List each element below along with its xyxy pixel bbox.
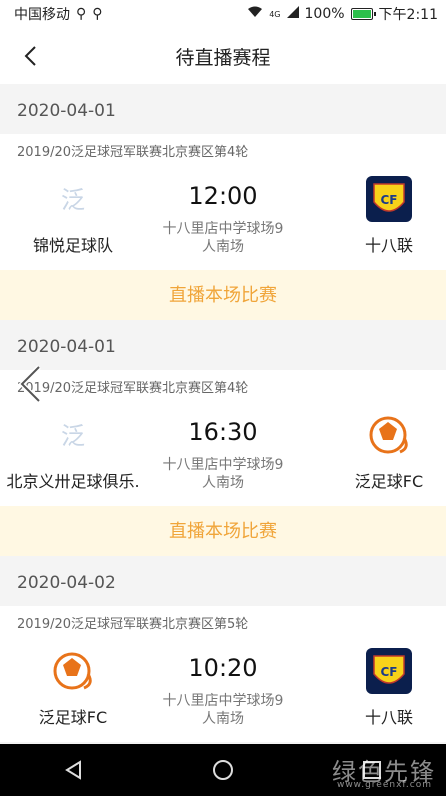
triangle-back-icon bbox=[65, 760, 82, 780]
signal-type-label: 4G bbox=[269, 9, 281, 19]
carrier-label: 中国移动 bbox=[14, 7, 70, 23]
league-label: 2019/20泛足球冠军联赛北京赛区第4轮 bbox=[17, 381, 249, 396]
svg-text:泛: 泛 bbox=[61, 186, 85, 214]
match-card[interactable]: 2019/20泛足球冠军联赛北京赛区第4轮 泛 北京义卅足球俱乐. 16:30 … bbox=[0, 370, 446, 506]
match-time: 12:00 bbox=[188, 182, 258, 210]
circle-home-icon bbox=[212, 760, 233, 780]
usb-icon: ⚲ bbox=[76, 6, 87, 22]
match-info: 12:00 十八里店中学球场9 人南场 bbox=[150, 168, 296, 256]
villarreal-crest-icon: CF bbox=[364, 174, 414, 224]
battery-percent: 100% bbox=[304, 6, 345, 22]
league-label: 2019/20泛足球冠军联赛北京赛区第4轮 bbox=[17, 145, 249, 160]
venue-line-1: 十八里店中学球场9 bbox=[162, 693, 284, 709]
away-team-name: 十八联 bbox=[364, 708, 413, 727]
team-logo-placeholder-icon: 泛 bbox=[48, 174, 98, 224]
venue-line-2: 人南场 bbox=[202, 711, 244, 727]
home-team-name: 泛足球FC bbox=[38, 708, 108, 727]
venue-line-1: 十八里店中学球场9 bbox=[162, 457, 284, 473]
nav-home-button[interactable] bbox=[193, 744, 253, 796]
wifi-icon bbox=[247, 6, 263, 22]
usb-debug-icon: ⚲ bbox=[92, 6, 103, 22]
away-team-name: 泛足球FC bbox=[354, 472, 424, 491]
header: 待直播赛程 bbox=[0, 28, 446, 84]
away-team[interactable]: 泛足球FC bbox=[319, 404, 446, 506]
match-row[interactable]: 泛 锦悦足球队 12:00 十八里店中学球场9 人南场 CF 十八联 bbox=[0, 168, 446, 270]
match-info: 10:20 十八里店中学球场9 人南场 bbox=[150, 640, 296, 728]
status-bar: 中国移动 ⚲ ⚲ 4G 100% 下午2:11 bbox=[0, 0, 446, 28]
home-team[interactable]: 泛 北京义卅足球俱乐. bbox=[3, 404, 143, 506]
villarreal-crest-icon: CF bbox=[364, 646, 414, 696]
venue-line-2: 人南场 bbox=[202, 475, 244, 491]
page-title: 待直播赛程 bbox=[175, 46, 271, 69]
match-row[interactable]: 泛足球FC 10:20 十八里店中学球场9 人南场 CF 十八联 bbox=[0, 640, 446, 742]
battery-icon bbox=[350, 8, 376, 20]
home-team-name: 北京义卅足球俱乐. bbox=[6, 472, 140, 491]
venue-line-2: 人南场 bbox=[202, 239, 244, 255]
match-time: 16:30 bbox=[188, 418, 258, 446]
home-team-name: 锦悦足球队 bbox=[32, 236, 113, 255]
live-stream-button[interactable]: 直播本场比赛 bbox=[0, 506, 446, 556]
away-team[interactable]: CF 十八联 bbox=[319, 168, 446, 270]
nav-back-button[interactable] bbox=[44, 744, 104, 796]
match-info: 16:30 十八里店中学球场9 人南场 bbox=[150, 404, 296, 492]
date-header: 2020-04-01 bbox=[0, 84, 446, 134]
home-team[interactable]: 泛 锦悦足球队 bbox=[3, 168, 143, 270]
match-card[interactable]: 2019/20泛足球冠军联赛北京赛区第4轮 泛 锦悦足球队 12:00 十八里店… bbox=[0, 134, 446, 270]
match-list[interactable]: 2020-04-01 2019/20泛足球冠军联赛北京赛区第4轮 泛 锦悦足球队… bbox=[0, 84, 446, 742]
soccer-ball-logo-icon bbox=[48, 646, 98, 696]
away-team[interactable]: CF 十八联 bbox=[319, 640, 446, 742]
date-header: 2020-04-01 bbox=[0, 320, 446, 370]
chevron-left-icon bbox=[24, 46, 36, 66]
date-header: 2020-04-02 bbox=[0, 556, 446, 606]
home-team[interactable]: 泛足球FC bbox=[3, 640, 143, 742]
away-team-name: 十八联 bbox=[364, 236, 413, 255]
live-stream-button[interactable]: 直播本场比赛 bbox=[0, 270, 446, 320]
match-time: 10:20 bbox=[188, 654, 258, 682]
signal-icon bbox=[286, 6, 299, 22]
clock: 下午2:11 bbox=[378, 7, 438, 23]
league-label: 2019/20泛足球冠军联赛北京赛区第5轮 bbox=[17, 617, 249, 632]
venue-line-1: 十八里店中学球场9 bbox=[162, 221, 284, 237]
team-logo-placeholder-icon: 泛 bbox=[48, 410, 98, 460]
watermark-url: www.greenxf.com bbox=[336, 780, 432, 790]
svg-text:CF: CF bbox=[380, 665, 397, 679]
match-row[interactable]: 泛 北京义卅足球俱乐. 16:30 十八里店中学球场9 人南场 泛足球FC bbox=[0, 404, 446, 506]
edge-swipe-back-icon[interactable] bbox=[12, 362, 48, 406]
soccer-ball-logo-icon bbox=[364, 410, 414, 460]
back-button[interactable] bbox=[10, 36, 50, 76]
svg-text:CF: CF bbox=[380, 193, 397, 207]
match-card[interactable]: 2019/20泛足球冠军联赛北京赛区第5轮 泛足球FC 10:20 十八里店中学… bbox=[0, 606, 446, 742]
svg-text:泛: 泛 bbox=[61, 422, 85, 450]
